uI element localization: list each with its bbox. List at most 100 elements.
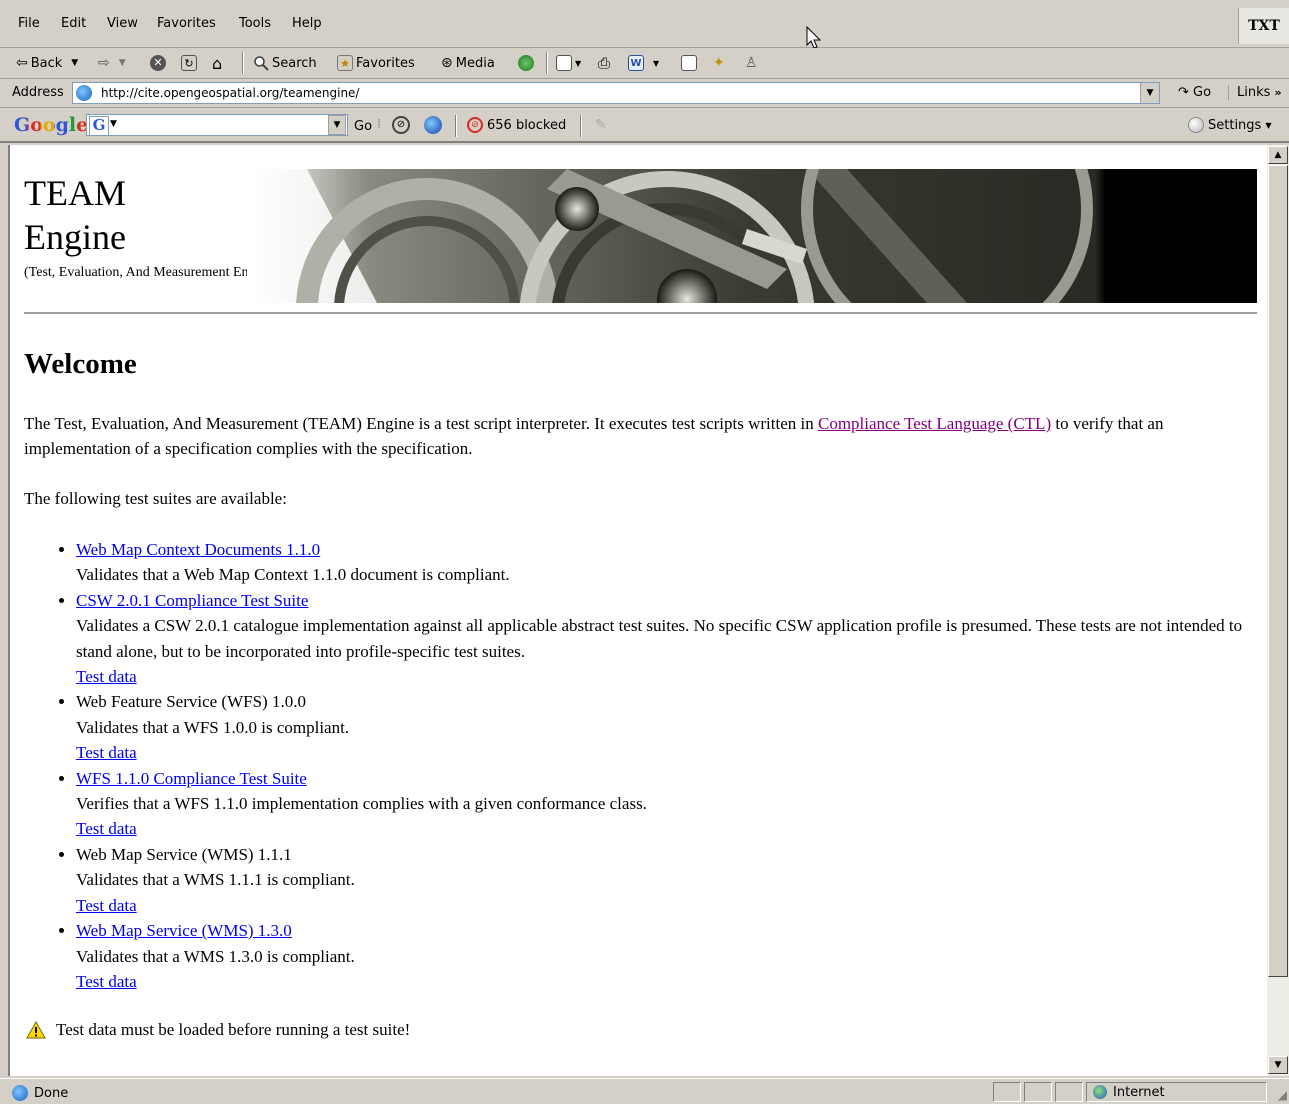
ctl-link[interactable]: Compliance Test Language (CTL) bbox=[818, 414, 1051, 433]
page-done-icon bbox=[12, 1085, 28, 1101]
status-bar: Done Internet ◢ bbox=[0, 1078, 1289, 1104]
standard-toolbar: ⇦ Back ▼ ⇨ ▼ ✕ ↻ ⌂ Search ★ Favorites ⊛ … bbox=[0, 48, 1289, 79]
history-icon bbox=[518, 55, 534, 71]
toolbar-separator bbox=[242, 52, 244, 74]
links-button[interactable]: Links » bbox=[1228, 85, 1282, 100]
go-arrow-icon: ↷ bbox=[1178, 85, 1189, 100]
menu-tools[interactable]: Tools bbox=[239, 16, 271, 31]
popup-blocker-button[interactable]: ⊘ 656 blocked bbox=[467, 117, 566, 133]
history-button[interactable] bbox=[518, 53, 534, 73]
warning-text: Test data must be loaded before running … bbox=[56, 1020, 411, 1039]
suite-wms130-link[interactable]: Web Map Service (WMS) 1.3.0 bbox=[76, 921, 292, 940]
search-button[interactable]: Search bbox=[253, 53, 317, 73]
menu-file[interactable]: File bbox=[18, 16, 40, 31]
media-icon: ⊛ bbox=[441, 55, 453, 71]
favorites-button-label: Favorites bbox=[356, 55, 415, 71]
refresh-button[interactable]: ↻ bbox=[181, 53, 197, 73]
header-divider bbox=[24, 312, 1257, 315]
google-settings-button[interactable]: Settings ▼ bbox=[1188, 117, 1271, 133]
test-data-link[interactable]: Test data bbox=[76, 819, 137, 838]
edit-button[interactable]: W ▼ bbox=[628, 53, 659, 73]
suite-wmc-link[interactable]: Web Map Context Documents 1.1.0 bbox=[76, 540, 320, 559]
suite-csw-link[interactable]: CSW 2.0.1 Compliance Test Suite bbox=[76, 591, 308, 610]
suite-wfs110-link[interactable]: WFS 1.1.0 Compliance Test Suite bbox=[76, 769, 307, 788]
messenger-icon: ♙ bbox=[745, 55, 758, 71]
google-globe-icon[interactable] bbox=[424, 116, 442, 134]
forward-button[interactable]: ⇨ ▼ bbox=[98, 53, 126, 73]
test-data-link[interactable]: Test data bbox=[76, 896, 137, 915]
chevron-down-icon: ▼ bbox=[71, 58, 79, 68]
messenger-button[interactable]: ♙ bbox=[745, 53, 758, 73]
menu-help[interactable]: Help bbox=[292, 16, 322, 31]
favorites-add-button[interactable]: ✦ bbox=[713, 53, 725, 73]
toolbar-separator bbox=[580, 115, 582, 137]
home-button[interactable]: ⌂ bbox=[212, 53, 222, 73]
suite-description: Validates that a Web Map Context 1.1.0 d… bbox=[76, 565, 510, 585]
printer-icon: ⎙ bbox=[598, 54, 611, 72]
stop-button[interactable]: ✕ bbox=[150, 53, 166, 73]
list-item: Web Map Service (WMS) 1.3.0 Validates th… bbox=[76, 918, 1256, 994]
status-text: Done bbox=[34, 1085, 69, 1101]
mail-icon bbox=[556, 55, 572, 71]
menu-favorites[interactable]: Favorites bbox=[157, 16, 216, 31]
test-data-link[interactable]: Test data bbox=[76, 743, 137, 762]
address-dropdown-button[interactable]: ▼ bbox=[1140, 83, 1159, 103]
toolbar-separator bbox=[455, 115, 457, 137]
page-title-line-2: Engine bbox=[24, 217, 126, 257]
back-button[interactable]: ⇦ Back ▼ bbox=[16, 53, 78, 73]
search-icon bbox=[254, 56, 269, 71]
test-data-link[interactable]: Test data bbox=[76, 972, 137, 991]
list-item: CSW 2.0.1 Compliance Test Suite Validate… bbox=[76, 588, 1256, 690]
popup-blocked-icon: ⊘ bbox=[467, 117, 483, 133]
resize-grip-icon[interactable]: ◢ bbox=[1278, 1088, 1287, 1102]
page-icon bbox=[76, 85, 92, 101]
discuss-button[interactable] bbox=[681, 53, 697, 73]
media-button[interactable]: ⊛ Media bbox=[441, 53, 495, 73]
status-done: Done bbox=[12, 1085, 68, 1101]
address-input[interactable]: http://cite.opengeospatial.org/teamengin… bbox=[72, 82, 1160, 104]
go-button[interactable]: ↷ Go bbox=[1178, 85, 1211, 100]
toolbar-separator bbox=[546, 52, 548, 74]
favorites-button[interactable]: ★ Favorites bbox=[337, 53, 415, 73]
brand-logo: TXT bbox=[1238, 8, 1289, 44]
google-go-button[interactable]: Go bbox=[354, 119, 372, 134]
google-search-dropdown-button[interactable]: ▼ bbox=[328, 115, 346, 135]
test-data-link[interactable]: Test data bbox=[76, 667, 137, 686]
go-button-label: Go bbox=[1193, 85, 1212, 100]
scroll-down-button[interactable]: ▼ bbox=[1268, 1056, 1288, 1074]
test-suite-list: Web Map Context Documents 1.1.0 Validate… bbox=[24, 537, 1256, 994]
status-pane bbox=[993, 1082, 1021, 1102]
search-button-label: Search bbox=[272, 55, 317, 71]
home-icon: ⌂ bbox=[212, 53, 223, 73]
page-title: TEAM Engine bbox=[24, 171, 126, 259]
available-text: The following test suites are available: bbox=[24, 489, 287, 508]
menu-bar: File Edit View Favorites Tools Help TXT bbox=[0, 0, 1289, 49]
chevron-down-icon: ▼ bbox=[575, 58, 582, 68]
back-button-label: Back bbox=[30, 55, 63, 71]
pagerank-compass-icon[interactable]: ⊘ bbox=[392, 116, 410, 134]
list-item: WFS 1.1.0 Compliance Test Suite Verifies… bbox=[76, 766, 1256, 842]
google-search-input[interactable]: G ▼ bbox=[86, 114, 348, 136]
autofill-pencil-icon[interactable]: ✎ bbox=[595, 117, 607, 133]
scroll-thumb[interactable] bbox=[1268, 165, 1288, 977]
menu-edit[interactable]: Edit bbox=[61, 16, 86, 31]
vertical-scrollbar[interactable]: ▲ ▼ bbox=[1267, 145, 1289, 1076]
forward-arrow-icon: ⇨ bbox=[98, 55, 110, 71]
back-arrow-icon: ⇦ bbox=[16, 55, 28, 71]
google-logo[interactable]: Google bbox=[14, 114, 88, 136]
suite-description: Validates that a WMS 1.3.0 is compliant. bbox=[76, 946, 355, 966]
popup-blocked-count: 656 blocked bbox=[487, 117, 567, 133]
sparkle-icon: ✦ bbox=[713, 55, 725, 71]
suite-description: Validates that a WMS 1.1.1 is compliant. bbox=[76, 870, 355, 890]
google-g-icon: G bbox=[89, 116, 109, 136]
mail-button[interactable]: ▼ bbox=[556, 53, 581, 73]
chevron-down-icon: ▼ bbox=[118, 58, 126, 68]
chevron-down-icon: ▼ bbox=[333, 120, 341, 130]
suite-wms111-name: Web Map Service (WMS) 1.1.1 bbox=[76, 844, 292, 864]
print-button[interactable]: ⎙ bbox=[598, 53, 610, 73]
menu-view[interactable]: View bbox=[107, 16, 138, 31]
chevron-down-icon: ▼ bbox=[110, 119, 117, 129]
scroll-up-button[interactable]: ▲ bbox=[1268, 146, 1288, 164]
chevron-right-double-icon: » bbox=[1274, 86, 1282, 99]
welcome-heading: Welcome bbox=[24, 348, 137, 380]
